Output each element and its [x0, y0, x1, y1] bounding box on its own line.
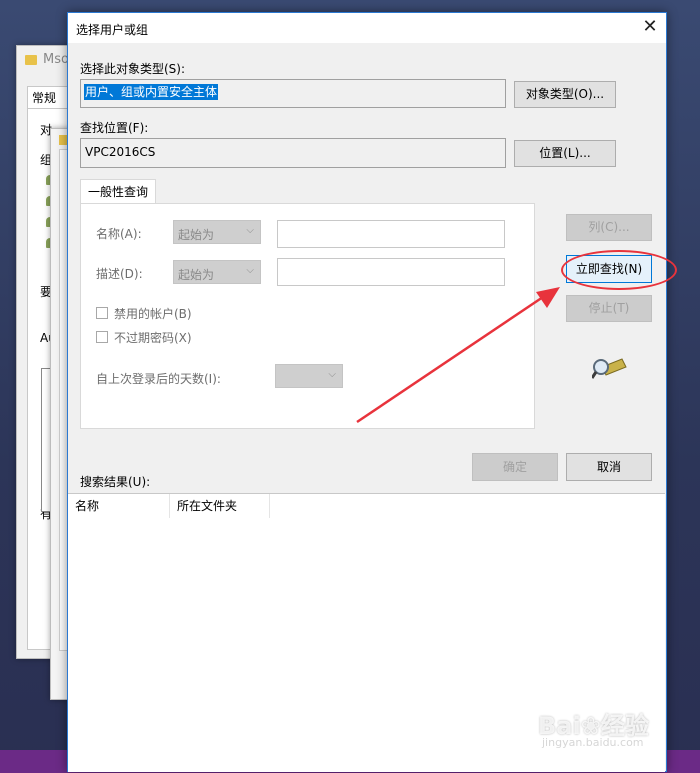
chevron-down-icon: ⌵ [246, 265, 254, 276]
column-header-folder[interactable]: 所在文件夹 [170, 494, 270, 518]
object-type-label: 选择此对象类型(S): [80, 62, 186, 76]
object-types-button[interactable]: 对象类型(O)... [514, 81, 616, 108]
disabled-accounts-label: 禁用的帐户(B) [114, 307, 192, 321]
location-value: VPC2016CS [85, 145, 156, 159]
locations-button[interactable]: 位置(L)... [514, 140, 616, 167]
annotation-arrow-icon [356, 287, 560, 424]
location-label: 查找位置(F): [80, 121, 149, 135]
highlight-ellipse [561, 250, 677, 290]
dialog-title: 选择用户或组 [76, 23, 149, 37]
cancel-button[interactable]: 取消 [566, 453, 652, 481]
background-window-title: Mso [25, 52, 69, 67]
name-input[interactable] [277, 220, 505, 248]
column-header-name[interactable]: 名称 [68, 494, 170, 518]
object-type-value: 用户、组或内置安全主体 [84, 84, 219, 100]
non-expiring-password-label: 不过期密码(X) [114, 331, 192, 345]
baidu-watermark: Bai❀经验 jingyan.baidu.com [538, 706, 698, 750]
description-label: 描述(D): [96, 267, 143, 281]
close-icon[interactable]: ✕ [634, 13, 666, 43]
title-bar[interactable]: 选择用户或组 ✕ [68, 13, 666, 43]
days-since-login-label: 自上次登录后的天数(I): [96, 372, 221, 386]
non-expiring-password-checkbox[interactable] [96, 331, 108, 343]
tab-common-queries[interactable]: 一般性查询 [80, 179, 156, 204]
search-flashlight-icon [592, 358, 627, 379]
name-mode-select[interactable]: 起始为 ⌵ [173, 220, 261, 244]
name-label: 名称(A): [96, 227, 142, 241]
location-field[interactable]: VPC2016CS [80, 138, 506, 168]
object-type-field[interactable]: 用户、组或内置安全主体 [80, 79, 506, 108]
search-results-label: 搜索结果(U): [80, 475, 151, 489]
ok-button[interactable]: 确定 [472, 453, 558, 481]
days-since-login-select[interactable]: ⌵ [275, 364, 343, 388]
description-mode-value: 起始为 [178, 268, 215, 282]
name-mode-value: 起始为 [178, 228, 215, 242]
columns-button[interactable]: 列(C)... [566, 214, 652, 241]
chevron-down-icon: ⌵ [328, 369, 336, 380]
watermark-url: jingyan.baidu.com [542, 736, 644, 749]
description-mode-select[interactable]: 起始为 ⌵ [173, 260, 261, 284]
folder-icon [25, 54, 37, 65]
chevron-down-icon: ⌵ [246, 225, 254, 236]
disabled-accounts-checkbox[interactable] [96, 307, 108, 319]
stop-button[interactable]: 停止(T) [566, 295, 652, 322]
